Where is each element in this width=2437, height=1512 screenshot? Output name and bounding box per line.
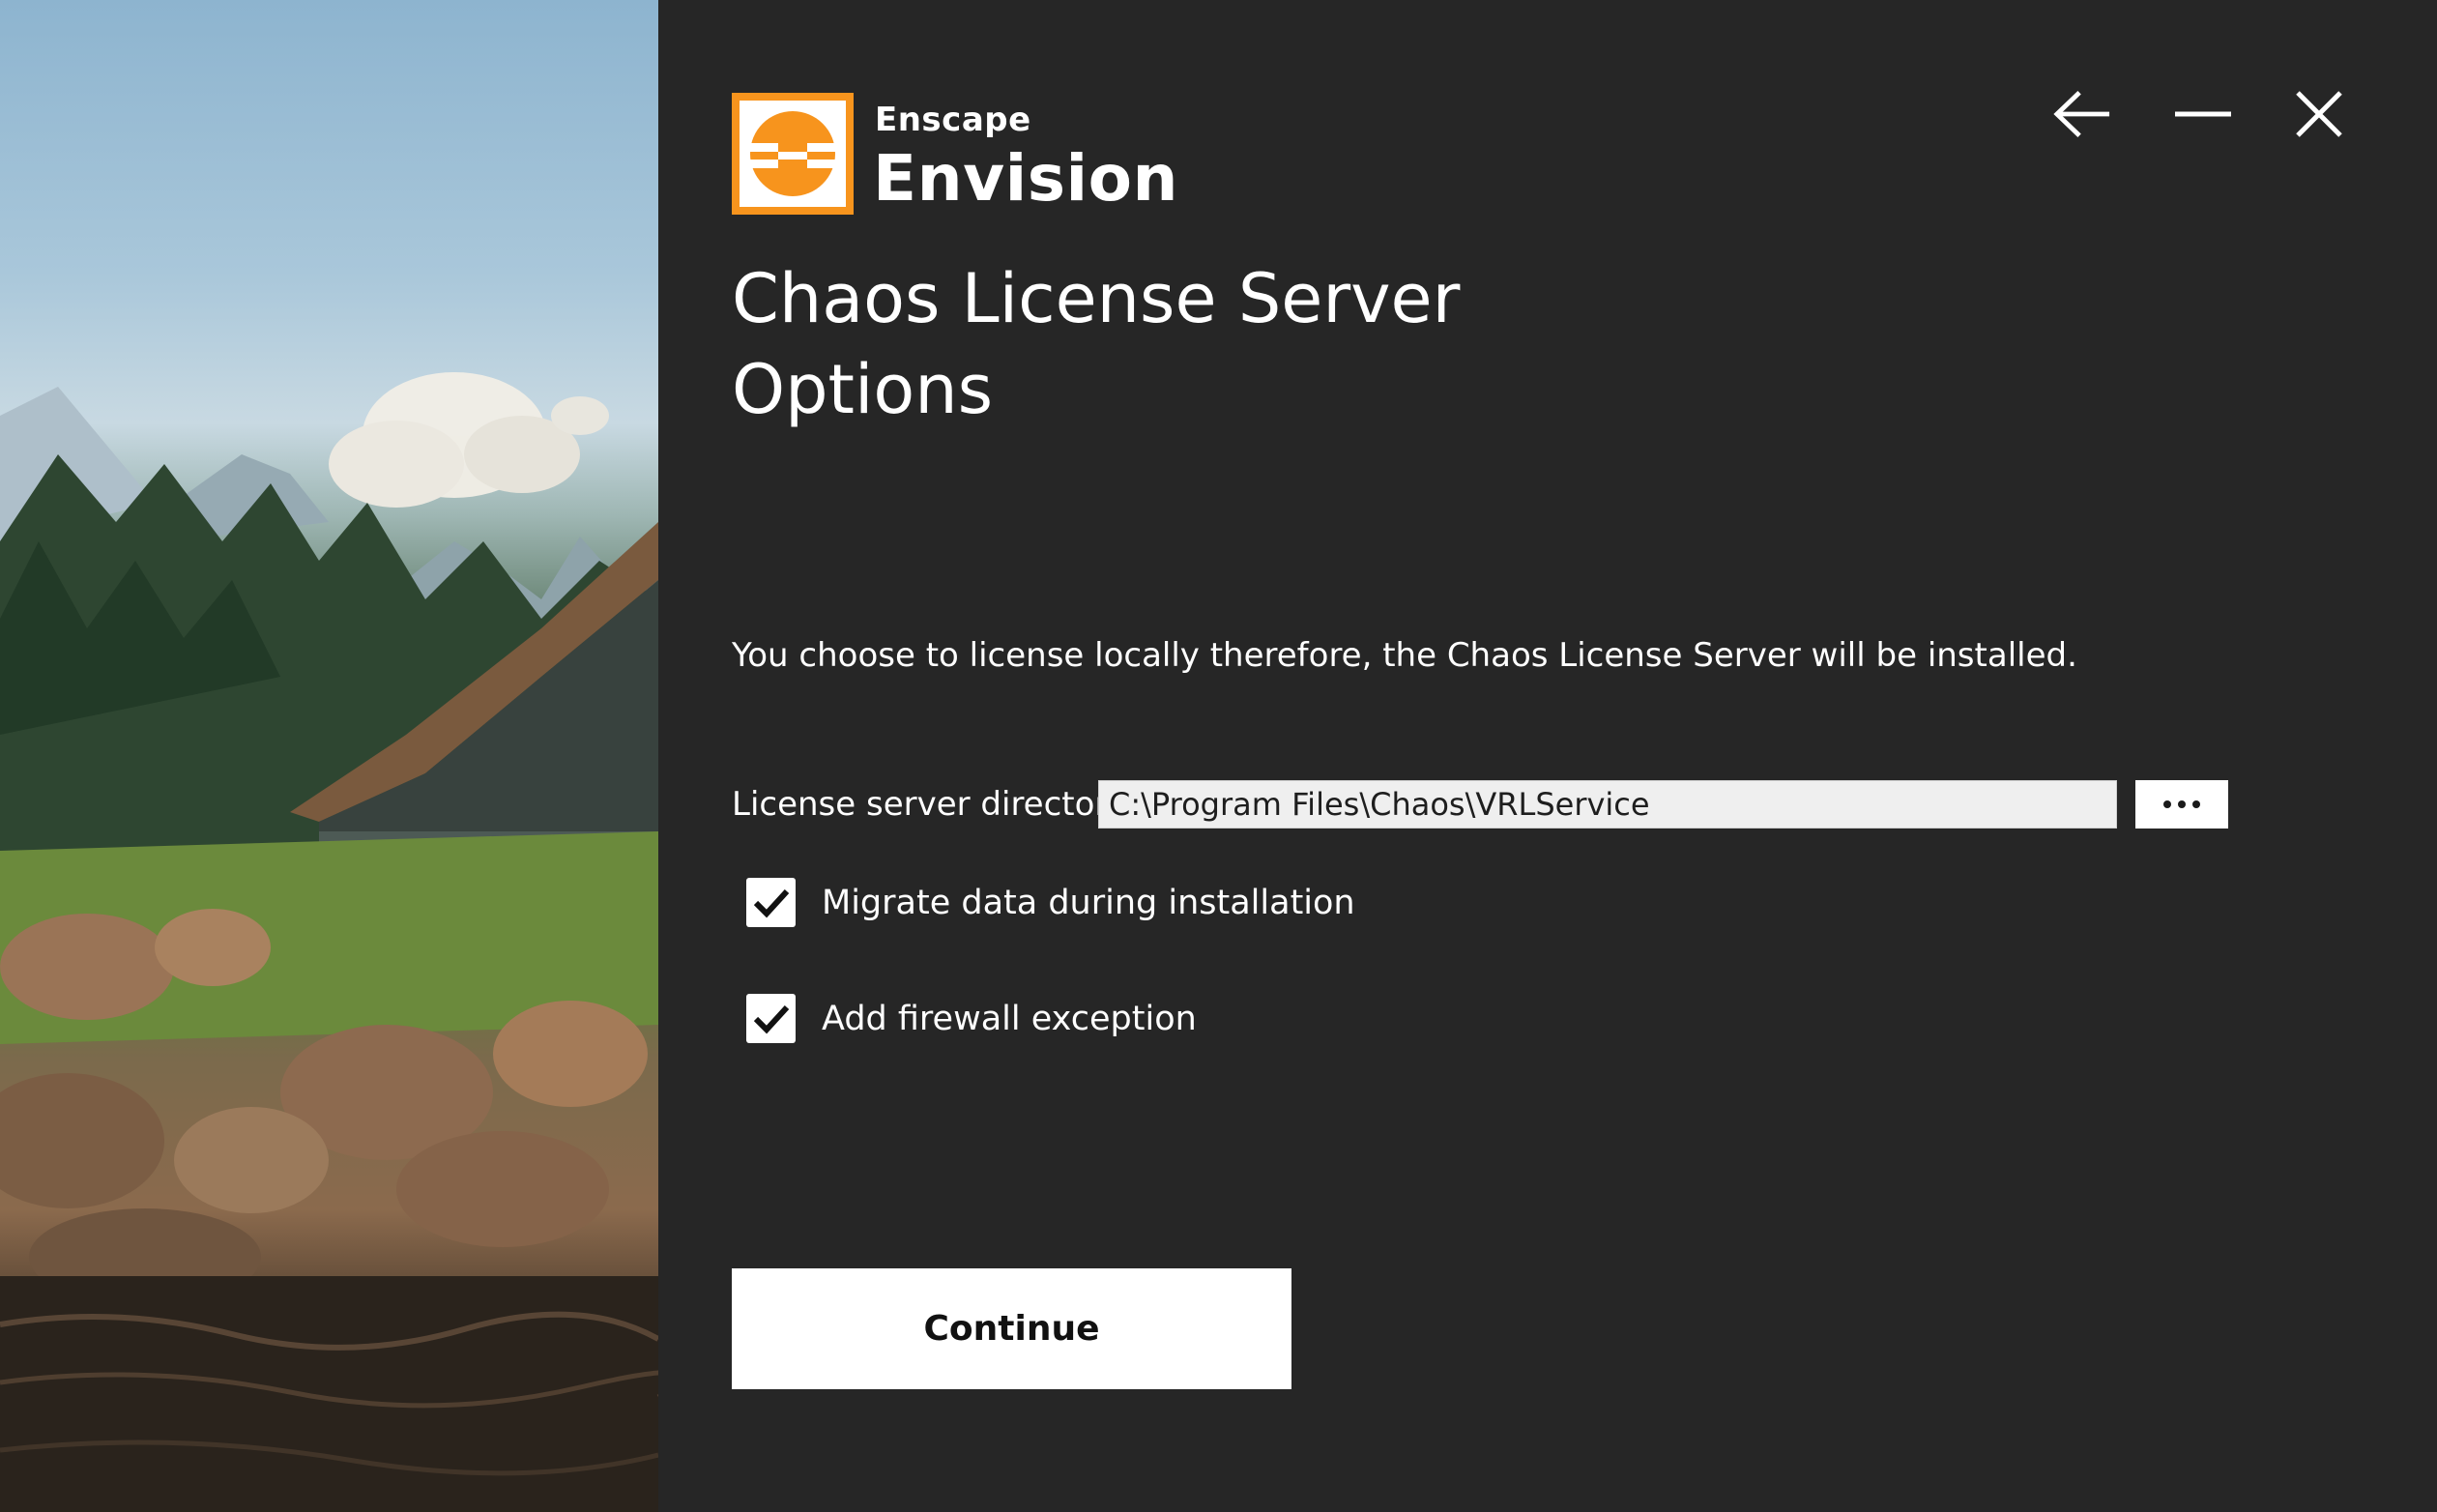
brand-name-small: Enscape xyxy=(875,101,1031,139)
enscape-logo-icon xyxy=(732,93,854,215)
migrate-data-checkbox[interactable] xyxy=(746,878,796,927)
minimize-icon xyxy=(2175,111,2231,117)
arrow-left-icon xyxy=(2053,90,2110,138)
close-icon xyxy=(2296,91,2342,137)
directory-label: License server directory xyxy=(732,785,1128,824)
browse-button[interactable] xyxy=(2135,780,2228,829)
continue-button[interactable]: Continue xyxy=(732,1268,1291,1389)
license-directory-field[interactable]: C:\Program Files\Chaos\VRLService xyxy=(1098,780,2117,829)
license-info-text: You choose to license locally therefore,… xyxy=(732,636,2077,675)
page-title: Chaos License Server Options xyxy=(732,253,1460,435)
ellipsis-icon xyxy=(2178,800,2186,808)
checkmark-icon xyxy=(753,1004,789,1033)
close-button[interactable] xyxy=(2290,85,2348,143)
product-name: Envision xyxy=(873,141,1178,216)
landscape-illustration xyxy=(0,372,658,1512)
migrate-data-label: Migrate data during installation xyxy=(822,883,1355,922)
option-migrate-data[interactable]: Migrate data during installation xyxy=(746,878,1355,927)
page-title-line-1: Chaos License Server xyxy=(732,259,1461,338)
page-title-line-2: Options xyxy=(732,350,994,429)
back-button[interactable] xyxy=(2053,85,2111,143)
checkmark-icon xyxy=(753,888,789,917)
firewall-exception-checkbox[interactable] xyxy=(746,994,796,1043)
minimize-button[interactable] xyxy=(2174,85,2232,143)
ellipsis-icon xyxy=(2163,800,2171,808)
hero-image xyxy=(0,0,658,1512)
option-firewall-exception[interactable]: Add firewall exception xyxy=(746,994,1197,1043)
ellipsis-icon xyxy=(2192,800,2200,808)
firewall-exception-label: Add firewall exception xyxy=(822,999,1197,1038)
